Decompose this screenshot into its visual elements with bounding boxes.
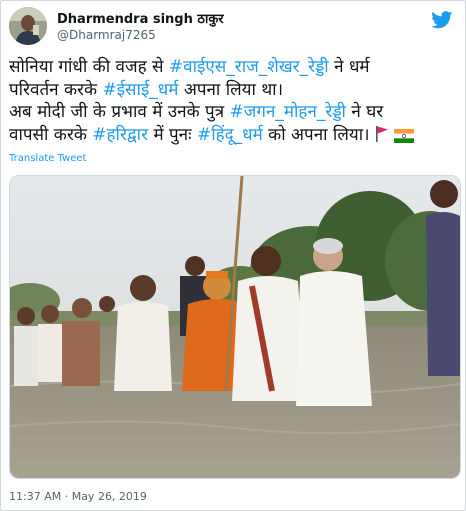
tweet-photo[interactable] — [9, 175, 461, 479]
tweet-line-1: सोनिया गांधी की वजह से #वाईएस_राज_शेखर_र… — [9, 56, 461, 79]
hashtag-link[interactable]: #जगन_मोहन_रेड्डी — [230, 102, 346, 122]
tweet-text-segment: ने धर्म — [328, 57, 370, 77]
hashtag-link[interactable]: #हरिद्वार — [92, 125, 148, 145]
tweet-line-2: परिवर्तन करके #ईसाई_धर्म अपना लिया था। — [9, 79, 461, 102]
tweet-text-segment: में पुनः — [148, 124, 197, 145]
tweet-text-segment: अपना लिया था। — [178, 79, 284, 100]
tweet-text-segment: को अपना लिया। — [262, 124, 370, 145]
author-display-name[interactable]: Dharmendra singh ठाकुर — [57, 9, 224, 27]
tweet-text-segment: परिवर्तन करके — [9, 79, 103, 100]
avatar[interactable] — [9, 7, 47, 45]
hashtag-link[interactable]: #वाईएस_राज_शेखर_रेड्डी — [169, 57, 329, 77]
hashtag-link[interactable]: #हिंदू_धर्म — [197, 125, 263, 145]
author-handle[interactable]: @Dharmraj7265 — [57, 28, 156, 42]
tweet-text-segment: सोनिया गांधी की वजह से — [9, 57, 169, 77]
red-flag-icon — [375, 125, 388, 142]
hashtag-link[interactable]: #ईसाई_धर्म — [102, 80, 178, 100]
india-flag-icon — [393, 128, 414, 143]
tweet-line-4: वापसी करके #हरिद्वार में पुनः #हिंदू_धर्… — [9, 124, 461, 147]
translate-tweet-link[interactable]: Translate Tweet — [9, 153, 86, 164]
photo-river-scene — [10, 176, 460, 478]
tweet-timestamp[interactable]: 11:37 AM · May 26, 2019 — [9, 490, 147, 503]
tweet-text-segment: वापसी करके — [9, 124, 93, 145]
tweet-line-3: अब मोदी जी के प्रभाव में उनके पुत्र #जगन… — [9, 101, 461, 124]
twitter-bird-icon[interactable] — [431, 11, 453, 29]
tweet-text: सोनिया गांधी की वजह से #वाईएस_राज_शेखर_र… — [9, 56, 461, 146]
tweet-text-segment: अब मोदी जी के प्रभाव में उनके पुत्र — [9, 102, 230, 122]
tweet-card: Dharmendra singh ठाकुर @Dharmraj7265 सोन… — [0, 0, 466, 511]
tweet-text-segment: ने घर — [345, 102, 384, 122]
avatar-image — [9, 7, 47, 45]
